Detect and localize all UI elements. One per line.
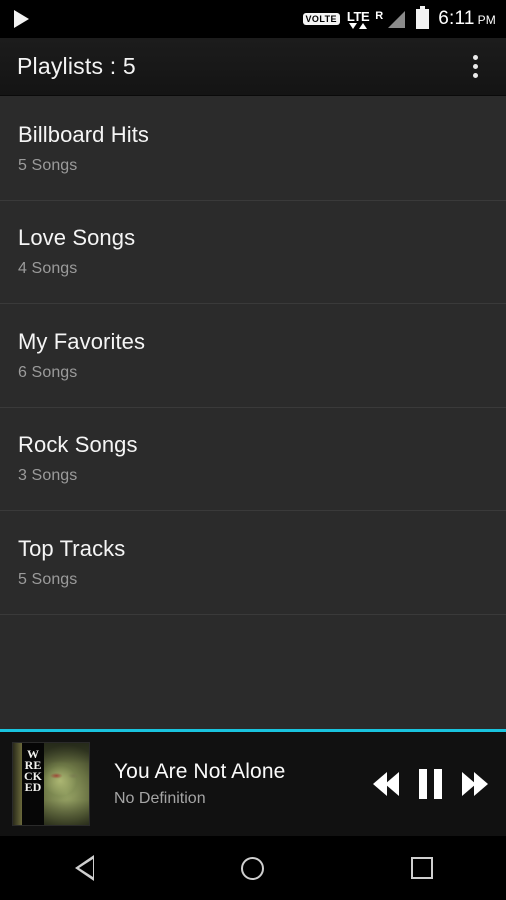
data-down-arrow-icon xyxy=(349,22,358,29)
rewind-triangle xyxy=(385,772,399,796)
album-art-left-edge xyxy=(13,743,22,825)
status-bar-system-icons: VOLTE LTE R 6:11 PM xyxy=(302,6,496,30)
pause-bar xyxy=(434,769,442,799)
phone-screen: VOLTE LTE R 6:11 PM Playlists : 5 Billbo… xyxy=(0,0,506,900)
roaming-label: R xyxy=(375,10,384,22)
back-glyph xyxy=(74,855,94,881)
album-art-title: WRECKED xyxy=(24,747,42,794)
list-item[interactable]: Love Songs 4 Songs xyxy=(0,200,506,304)
android-navigation-bar xyxy=(0,836,506,900)
playlist-name: Billboard Hits xyxy=(18,121,150,147)
battery-full-icon xyxy=(416,6,430,29)
volte-badge: VOLTE xyxy=(302,13,340,25)
player-controls xyxy=(373,769,492,799)
recents-square-icon[interactable] xyxy=(377,836,467,900)
data-activity-arrows xyxy=(349,22,368,29)
action-bar: Playlists : 5 xyxy=(0,38,506,96)
recents-glyph xyxy=(410,857,433,879)
overflow-dot xyxy=(472,64,478,69)
home-glyph xyxy=(241,856,265,880)
clock-time: 6:11 xyxy=(438,8,475,29)
status-bar-notifications xyxy=(14,10,29,28)
page-title: Playlists : 5 xyxy=(17,53,136,79)
playlist-song-count: 3 Songs xyxy=(18,467,78,485)
clock-ampm: PM xyxy=(477,13,496,27)
play-icon xyxy=(14,10,29,28)
rewind-icon[interactable] xyxy=(373,772,399,796)
status-bar: VOLTE LTE R 6:11 PM xyxy=(0,0,506,38)
forward-triangle xyxy=(474,772,488,796)
playlist-list[interactable]: Billboard Hits 5 Songs Love Songs 4 Song… xyxy=(0,97,506,729)
playlist-song-count: 5 Songs xyxy=(18,570,78,588)
list-item[interactable]: Billboard Hits 5 Songs xyxy=(0,97,506,201)
back-triangle-icon[interactable] xyxy=(39,836,129,900)
list-item[interactable]: My Favorites 6 Songs xyxy=(0,304,506,408)
data-up-arrow-icon xyxy=(359,22,368,29)
pause-icon[interactable] xyxy=(419,769,442,799)
track-title: You Are Not Alone xyxy=(114,760,286,783)
playlist-song-count: 4 Songs xyxy=(18,260,78,278)
playlist-song-count: 5 Songs xyxy=(18,156,78,174)
overflow-menu-icon[interactable] xyxy=(458,44,492,90)
signal-bars-icon xyxy=(388,10,406,28)
status-bar-clock: 6:11 PM xyxy=(438,8,496,30)
fast-forward-icon[interactable] xyxy=(462,772,488,796)
mini-player-bar[interactable]: WRECKED You Are Not Alone No Definition xyxy=(0,729,506,836)
home-circle-icon[interactable] xyxy=(208,836,298,900)
overflow-dot xyxy=(472,73,478,78)
track-artist: No Definition xyxy=(114,790,206,807)
album-art[interactable]: WRECKED xyxy=(12,742,90,826)
list-item[interactable]: Rock Songs 3 Songs xyxy=(0,407,506,511)
playlist-name: My Favorites xyxy=(18,328,146,354)
list-item[interactable]: Top Tracks 5 Songs xyxy=(0,511,506,615)
lte-label: LTE xyxy=(346,8,370,24)
lte-indicator: LTE xyxy=(346,8,370,29)
overflow-dot xyxy=(472,55,478,60)
playlist-song-count: 6 Songs xyxy=(18,363,78,381)
playlist-name: Love Songs xyxy=(18,225,136,251)
now-playing-info[interactable]: You Are Not Alone No Definition xyxy=(90,760,373,808)
playlist-name: Rock Songs xyxy=(18,432,138,458)
pause-bar xyxy=(419,769,427,799)
playlist-name: Top Tracks xyxy=(18,535,126,561)
